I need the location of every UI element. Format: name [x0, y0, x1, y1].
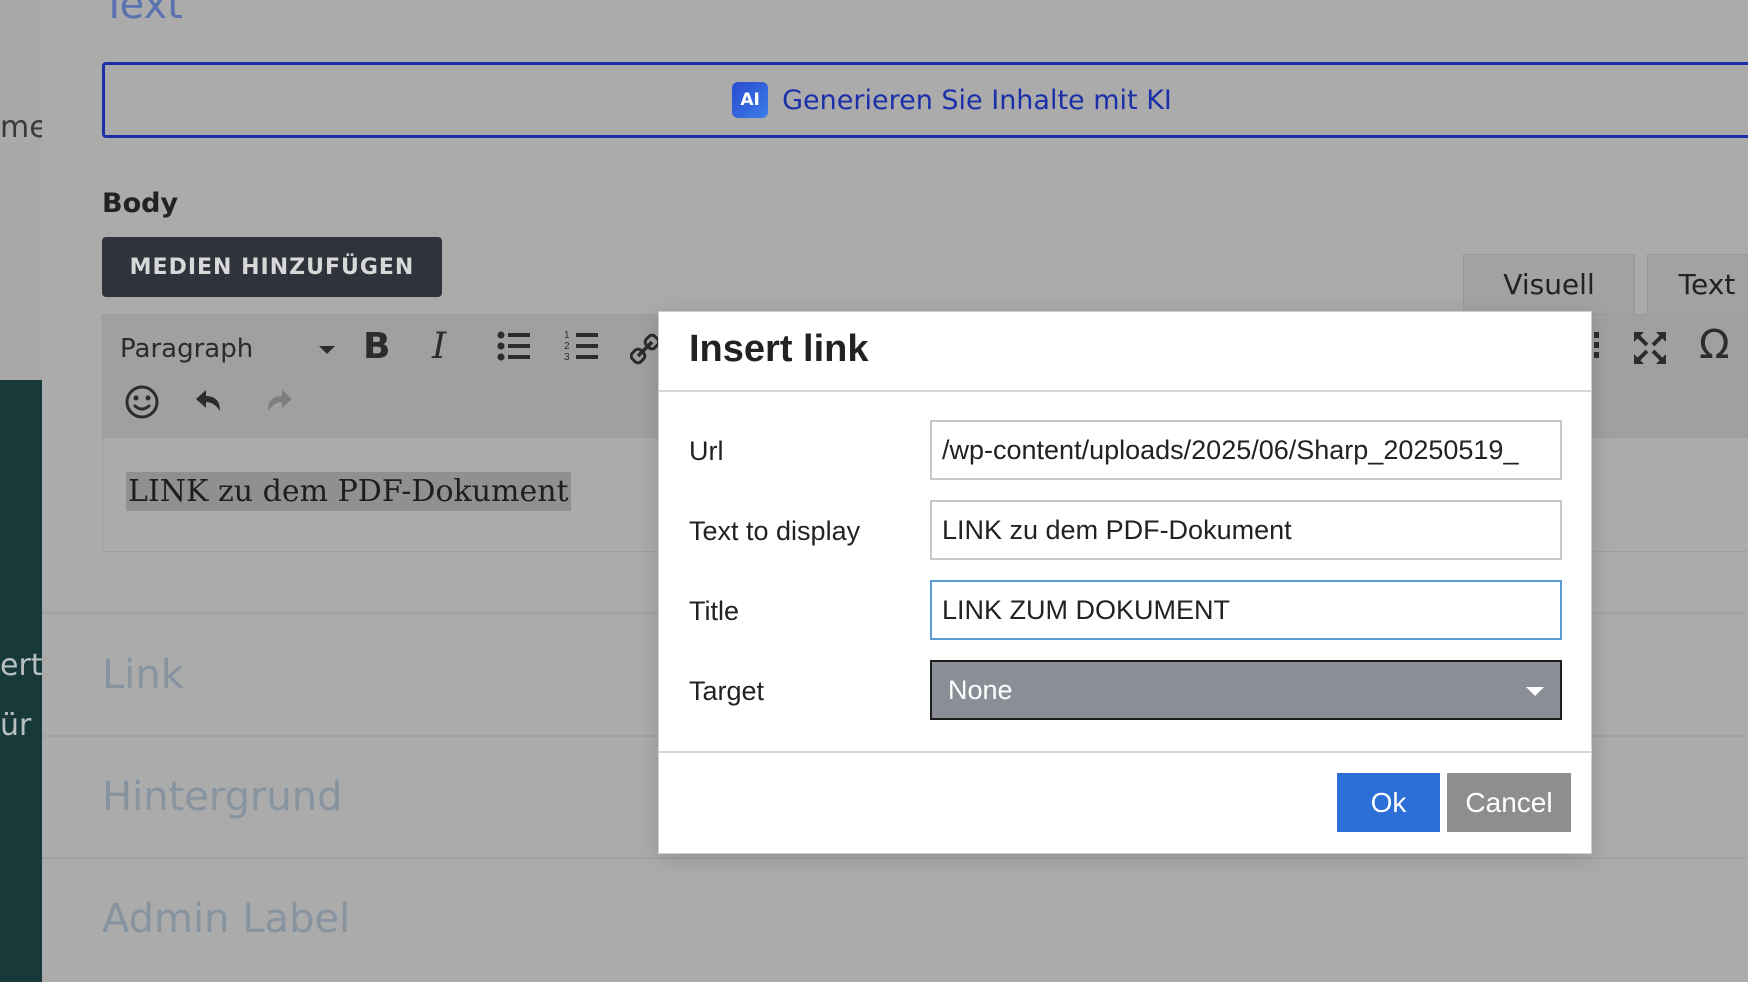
- left-sidebar-top: [0, 0, 42, 380]
- fullscreen-icon[interactable]: [1632, 330, 1668, 375]
- dialog-header-divider: [659, 390, 1591, 392]
- target-label: Target: [689, 676, 765, 706]
- left-sidebar-text-2: ert: [0, 648, 43, 683]
- ai-generate-label: Generieren Sie Inhalte mit KI: [782, 84, 1172, 116]
- italic-button[interactable]: I: [432, 326, 446, 367]
- numbered-list-icon[interactable]: 123: [564, 328, 600, 373]
- cancel-button[interactable]: Cancel: [1447, 773, 1571, 832]
- svg-text:2: 2: [564, 341, 570, 352]
- omega-icon[interactable]: Ω: [1699, 322, 1730, 368]
- bold-button[interactable]: B: [363, 326, 390, 367]
- target-select[interactable]: None: [930, 660, 1562, 720]
- emoji-icon[interactable]: [124, 384, 160, 429]
- url-label: Url: [689, 436, 724, 466]
- body-label: Body: [102, 188, 179, 219]
- section-title-admin-label[interactable]: Admin Label: [102, 896, 350, 942]
- section-title-background[interactable]: Hintergrund: [102, 774, 343, 820]
- svg-text:1: 1: [564, 330, 570, 341]
- toolbar-toggle-icon[interactable]: [1592, 330, 1602, 373]
- svg-text:3: 3: [564, 352, 570, 363]
- format-select[interactable]: Paragraph: [120, 334, 336, 364]
- ok-button[interactable]: Ok: [1337, 773, 1440, 832]
- text-to-display-label: Text to display: [689, 516, 861, 546]
- chevron-down-icon: [319, 345, 336, 354]
- title-label: Title: [689, 596, 740, 626]
- ai-generate-button[interactable]: AI Generieren Sie Inhalte mit KI: [102, 62, 1748, 138]
- ai-icon: AI: [732, 82, 769, 118]
- bullet-list-icon[interactable]: [496, 328, 532, 373]
- section-title-link[interactable]: Link: [102, 652, 184, 698]
- tab-text[interactable]: Text: [1647, 254, 1748, 314]
- add-media-button[interactable]: MEDIEN HINZUFÜGEN: [102, 237, 442, 297]
- dialog-footer-divider: [659, 751, 1591, 753]
- link-icon[interactable]: [629, 330, 661, 375]
- redo-icon[interactable]: [264, 386, 294, 426]
- section-title-text: Text: [102, 0, 183, 28]
- left-sidebar-text-1: me: [0, 110, 48, 145]
- undo-icon[interactable]: [194, 386, 224, 426]
- target-select-value: None: [948, 674, 1013, 705]
- insert-link-dialog: Insert link Url Text to display Title Ta…: [658, 311, 1592, 854]
- text-to-display-input[interactable]: [930, 500, 1562, 560]
- tab-visual[interactable]: Visuell: [1463, 254, 1635, 314]
- format-select-value: Paragraph: [120, 334, 254, 364]
- chevron-down-icon: [1526, 687, 1544, 696]
- title-input[interactable]: [930, 580, 1562, 640]
- dialog-title: Insert link: [689, 328, 869, 370]
- editor-selected-text: LINK zu dem PDF-Dokument: [126, 472, 571, 511]
- url-input[interactable]: [930, 420, 1562, 480]
- section-divider: [42, 857, 1748, 859]
